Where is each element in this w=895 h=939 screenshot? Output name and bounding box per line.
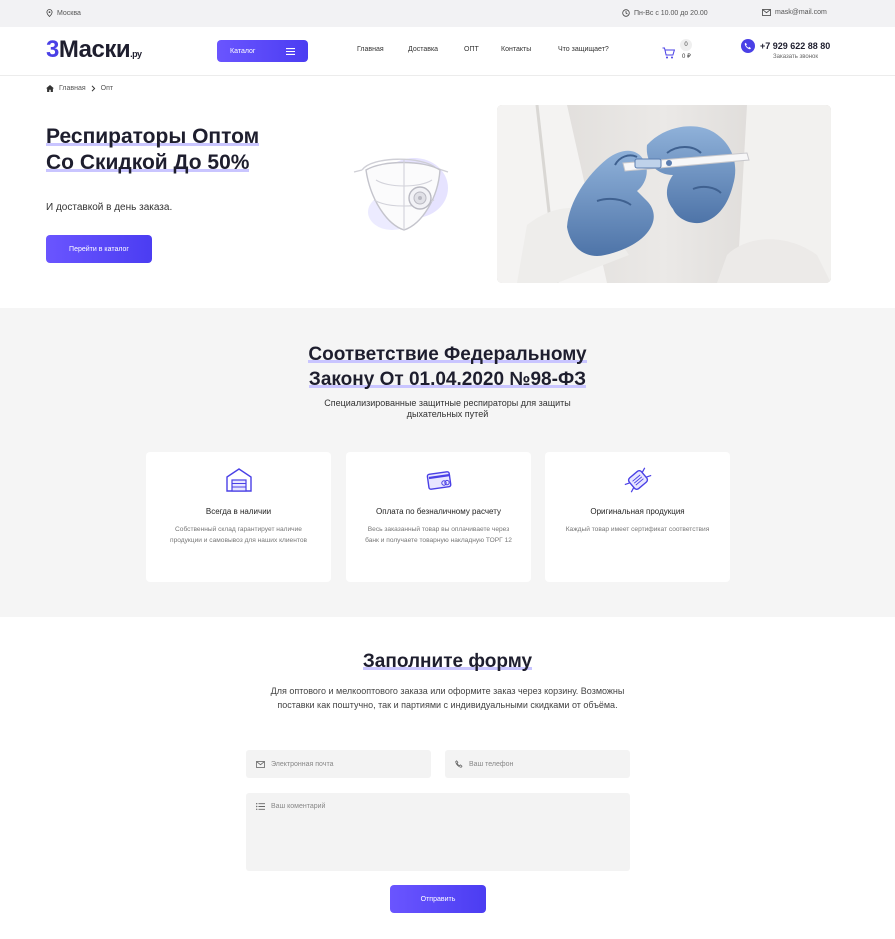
- city-label: Москва: [57, 9, 81, 17]
- top-bar: Москва Пн-Вс с 10.00 до 20.00 mask@mail.…: [0, 0, 895, 27]
- go-to-catalog-button[interactable]: Перейти в каталог: [46, 235, 152, 263]
- comment-field[interactable]: Ваш коментарий: [246, 793, 630, 871]
- comment-placeholder: Ваш коментарий: [271, 803, 326, 810]
- mask-icon: [624, 467, 652, 493]
- working-hours: Пн-Вс с 10.00 до 20.00: [622, 9, 708, 17]
- hero-subtitle: И доставкой в день заказа.: [46, 202, 173, 213]
- features-title-line2: Закону От 01.04.2020 №98-ФЗ: [308, 369, 587, 390]
- site-header: 3Маски.ру Каталог Главная Доставка ОПТ К…: [0, 27, 895, 76]
- features-title: Соответствие Федеральному Закону От 01.0…: [0, 342, 895, 392]
- feature-title: Оригинальная продукция: [590, 507, 685, 516]
- cart-button[interactable]: 0 0 ₽: [662, 39, 702, 65]
- features-subtitle: Специализированные защитные респираторы …: [0, 398, 895, 420]
- feature-text: Весь заказанный товар вы оплачиваете чер…: [365, 526, 512, 544]
- logo-suffix: .ру: [130, 49, 142, 59]
- callback-link[interactable]: Заказать звонок: [773, 54, 818, 60]
- hero-title: Респираторы Оптом Со Скидкой До 50%: [46, 124, 346, 176]
- nav-home[interactable]: Главная: [357, 46, 384, 53]
- logo-number: 3: [46, 36, 59, 63]
- submit-button[interactable]: Отправить: [390, 885, 486, 913]
- envelope-icon: [762, 9, 771, 16]
- feature-text: Собственный склад гарантирует наличие пр…: [170, 526, 307, 544]
- payment-card-icon: [426, 471, 452, 490]
- phone-number[interactable]: +7 929 622 88 80: [760, 41, 830, 51]
- cart-count: 0: [680, 39, 692, 51]
- features-subtitle-line2: дыхательных путей: [406, 409, 489, 419]
- feature-card-original: Оригинальная продукция Каждый товар имее…: [545, 452, 730, 582]
- hero-title-line1: Респираторы Оптом: [46, 125, 260, 148]
- warehouse-icon: [226, 468, 252, 492]
- hours-label: Пн-Вс с 10.00 до 20.00: [634, 9, 708, 17]
- respirator-illustration-icon: [353, 158, 449, 231]
- email-placeholder: Электронная почта: [271, 760, 334, 768]
- breadcrumb: Главная Опт: [46, 85, 113, 92]
- logo[interactable]: 3Маски.ру: [46, 36, 142, 64]
- email-label: mask@mail.com: [775, 9, 827, 16]
- chevron-right-icon: [91, 85, 95, 92]
- features-subtitle-line1: Специализированные защитные респираторы …: [324, 398, 571, 408]
- home-icon: [46, 85, 54, 92]
- hamburger-icon: [286, 47, 295, 55]
- form-subtitle: Для оптового и мелкооптового заказа или …: [270, 686, 625, 710]
- logo-text: Маски: [58, 36, 131, 63]
- location-pin-icon: [46, 9, 53, 17]
- cart-sum: 0 ₽: [682, 54, 691, 60]
- feature-text: Каждый товар имеет сертификат соответств…: [565, 526, 710, 533]
- catalog-button[interactable]: Каталог: [217, 40, 308, 62]
- feature-card-stock: Всегда в наличии Собственный склад гаран…: [146, 452, 331, 582]
- hero-photo: [497, 105, 831, 283]
- email-link[interactable]: mask@mail.com: [762, 9, 827, 16]
- clock-icon: [622, 9, 630, 17]
- feature-title: Всегда в наличии: [205, 507, 272, 516]
- cart-icon: [662, 47, 675, 59]
- features-section: Соответствие Федеральному Закону От 01.0…: [0, 308, 895, 617]
- gloved-hands-thermometer-icon: [497, 105, 831, 283]
- phone-icon: [744, 42, 751, 50]
- phone-field[interactable]: Ваш телефон: [445, 750, 630, 778]
- nav-contacts[interactable]: Контакты: [501, 46, 531, 53]
- email-field[interactable]: Электронная почта: [246, 750, 431, 778]
- list-icon: [256, 803, 265, 810]
- phone-circle[interactable]: [741, 39, 755, 53]
- catalog-button-label: Каталог: [230, 47, 256, 55]
- breadcrumb-home[interactable]: Главная: [59, 85, 86, 92]
- envelope-icon: [256, 760, 265, 768]
- nav-delivery[interactable]: Доставка: [408, 46, 438, 53]
- phone-icon: [455, 760, 463, 768]
- nav-wholesale[interactable]: ОПТ: [464, 46, 479, 53]
- features-title-line1: Соответствие Федеральному: [308, 344, 587, 365]
- nav-protection[interactable]: Что защищает?: [558, 46, 609, 53]
- breadcrumb-current: Опт: [100, 85, 114, 92]
- phone-placeholder: Ваш телефон: [469, 760, 514, 768]
- hero-title-line2: Со Скидкой До 50%: [46, 151, 250, 174]
- feature-card-payment: Оплата по безналичному расчету Весь зака…: [346, 452, 531, 582]
- form-title: Заполните форму: [0, 651, 895, 673]
- city-selector[interactable]: Москва: [46, 9, 81, 17]
- form-title-text: Заполните форму: [362, 651, 533, 672]
- feature-title: Оплата по безналичному расчету: [376, 507, 501, 516]
